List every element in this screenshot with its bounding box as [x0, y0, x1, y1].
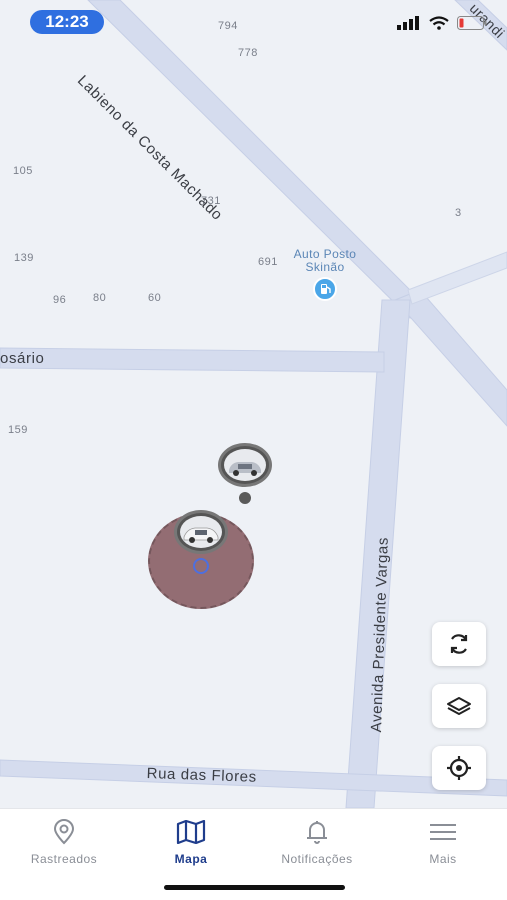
vehicle-position-dot: [239, 492, 251, 504]
refresh-icon: [450, 634, 468, 654]
street-number: 139: [14, 252, 34, 264]
tab-label: Rastreados: [30, 852, 98, 866]
locate-button[interactable]: [432, 746, 486, 790]
poi-name-line2: Skinão: [305, 260, 345, 274]
street-number: 159: [8, 424, 28, 436]
status-icons: [397, 14, 487, 32]
street-number: 105: [13, 165, 33, 177]
map-pin-icon: [53, 819, 75, 845]
poi-name-line1: Auto Posto: [293, 247, 357, 261]
fuel-pin-icon[interactable]: [313, 277, 337, 301]
road-label-rosario: osário: [0, 350, 45, 367]
layers-icon: [447, 697, 471, 715]
car-icon: [180, 516, 222, 548]
road-layer: [0, 0, 507, 808]
tab-rastreados[interactable]: Rastreados: [9, 819, 119, 866]
map-view[interactable]: 794 778 105 731 3 139 691 96 80 60 159 L…: [0, 0, 507, 808]
street-number: 80: [93, 292, 107, 304]
poi-label[interactable]: Auto Posto Skinão: [276, 248, 374, 274]
tab-mapa[interactable]: Mapa: [136, 819, 246, 866]
tab-label: Mapa: [174, 852, 208, 866]
wifi-icon: [429, 16, 449, 30]
status-bar: 12:23: [0, 0, 507, 44]
street-number: 3: [455, 207, 462, 219]
vehicle-marker[interactable]: [218, 443, 272, 487]
tab-notificacoes[interactable]: Notificações: [262, 819, 372, 866]
menu-icon: [430, 824, 456, 840]
refresh-button[interactable]: [432, 622, 486, 666]
street-number: 96: [53, 294, 67, 306]
home-indicator[interactable]: [164, 885, 345, 890]
layers-button[interactable]: [432, 684, 486, 728]
tab-mais[interactable]: Mais: [388, 819, 498, 866]
car-icon: [224, 449, 266, 481]
map-icon: [176, 820, 206, 844]
tab-label: Notificações: [281, 852, 353, 866]
street-number: 778: [238, 47, 258, 59]
signal-icon: [397, 16, 419, 30]
tab-label: Mais: [429, 852, 457, 866]
locate-icon: [447, 756, 471, 780]
vehicle-marker[interactable]: [174, 510, 228, 554]
street-number: 60: [148, 292, 162, 304]
status-time: 12:23: [30, 10, 104, 34]
bell-icon: [307, 821, 327, 844]
battery-icon: [457, 16, 487, 30]
street-number: 691: [258, 256, 278, 268]
location-ring: [193, 558, 209, 574]
